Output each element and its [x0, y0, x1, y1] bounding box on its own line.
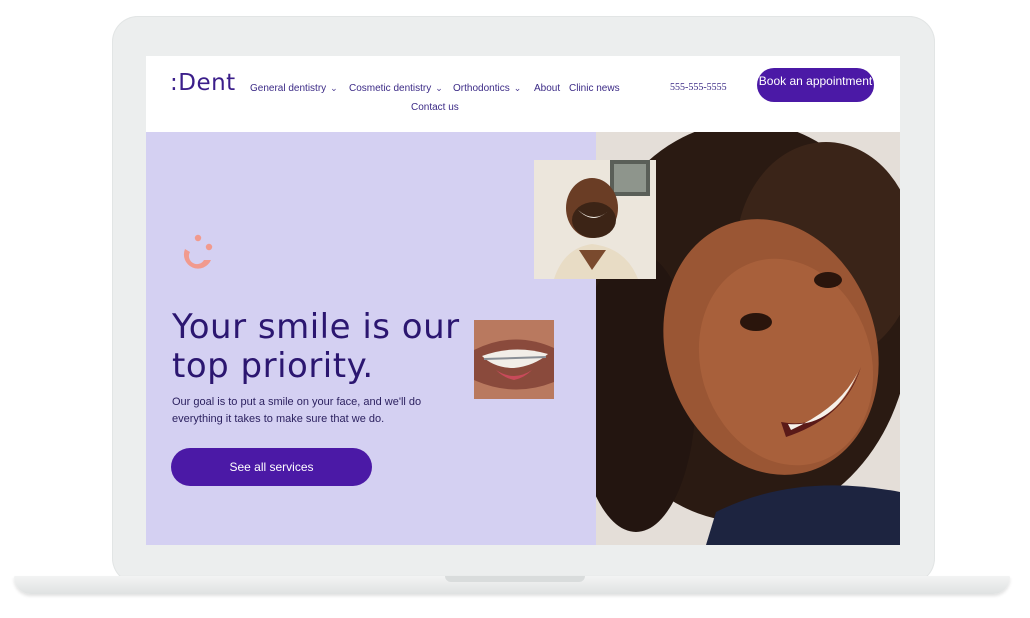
phone-number[interactable]: 555-555-5555 — [670, 82, 727, 93]
chevron-down-icon: ⌄ — [330, 83, 338, 93]
nav-item-orthodontics[interactable]: Orthodontics ⌄ — [453, 83, 521, 94]
nav-item-label: Contact us — [411, 102, 459, 113]
logo[interactable]: :Dent — [170, 70, 236, 96]
nav-item-contact-us[interactable]: Contact us — [411, 102, 459, 113]
nav-item-label: Cosmetic dentistry — [349, 83, 432, 94]
nav-item-about[interactable]: About — [534, 83, 560, 94]
website-screen: :Dent General dentistry ⌄ Cosmetic dentis… — [146, 56, 900, 545]
hero-subtext: Our goal is to put a smile on your face,… — [172, 396, 422, 425]
hero-headline: Your smile is our top priority. — [172, 307, 460, 386]
nav-item-label: Clinic news — [569, 83, 620, 94]
chevron-down-icon: ⌄ — [435, 83, 443, 93]
nav-item-label: About — [534, 83, 561, 94]
man-portrait-image — [534, 160, 656, 279]
photo-braces-smile — [474, 320, 554, 399]
braces-image — [474, 320, 554, 399]
nav-item-label: General dentistry — [250, 83, 327, 94]
chevron-down-icon: ⌄ — [513, 83, 522, 93]
nav-item-clinic-news[interactable]: Clinic news — [569, 83, 620, 94]
laptop-notch — [445, 576, 585, 582]
book-appointment-button[interactable]: Book an appointment — [757, 68, 874, 102]
site-header: :Dent General dentistry ⌄ Cosmetic dentis… — [146, 56, 900, 132]
nav-item-cosmetic-dentistry[interactable]: Cosmetic dentistry ⌄ — [349, 83, 443, 94]
smile-icon — [183, 234, 213, 269]
nav-item-label: Orthodontics — [453, 83, 510, 94]
nav-item-general-dentistry[interactable]: General dentistry ⌄ — [250, 83, 338, 94]
photo-man-laughing — [534, 160, 656, 279]
see-all-services-button[interactable]: See all services — [171, 448, 372, 486]
